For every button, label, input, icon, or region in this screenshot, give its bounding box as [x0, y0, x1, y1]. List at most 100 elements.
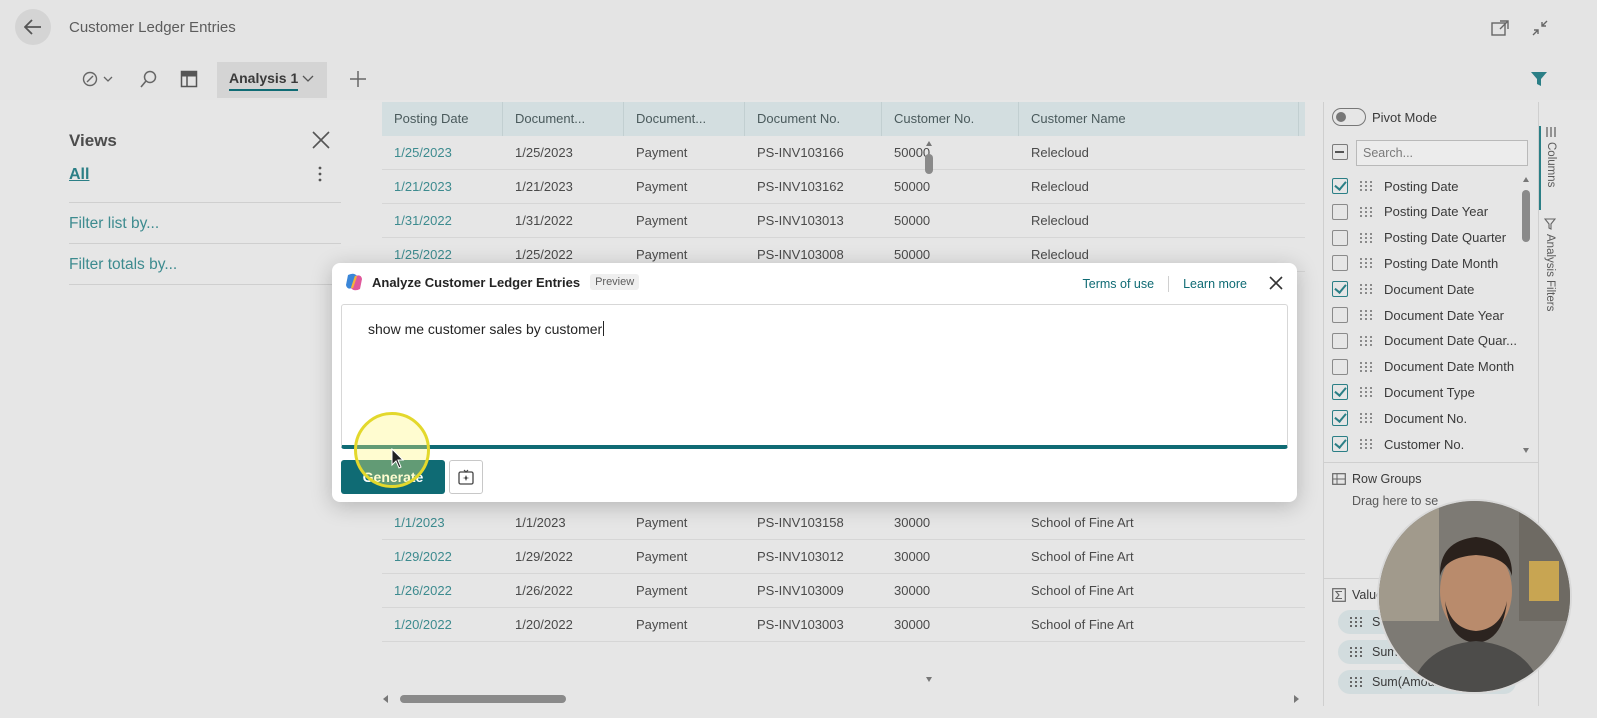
- table-cell: PS-INV103003: [757, 617, 844, 632]
- panel-scrollbar[interactable]: [1522, 176, 1530, 456]
- column-item[interactable]: Posting Date Quarter: [1332, 226, 1528, 250]
- table-row[interactable]: 1/31/2022 1/31/2022 Payment PS-INV103013 500…: [382, 204, 1305, 238]
- column-checkbox[interactable]: [1332, 203, 1348, 220]
- select-all-checkbox[interactable]: [1332, 144, 1348, 160]
- column-header[interactable]: Customer Name: [1019, 102, 1299, 136]
- column-item-label: Document Type: [1384, 384, 1475, 400]
- column-checkbox[interactable]: [1332, 332, 1348, 349]
- close-icon: [312, 131, 330, 149]
- column-item[interactable]: Document Date: [1332, 277, 1528, 301]
- filter-button[interactable]: [1530, 68, 1548, 90]
- column-header[interactable]: Document...: [624, 102, 745, 136]
- column-checkbox[interactable]: [1332, 384, 1348, 401]
- analyze-dialog: Analyze Customer Ledger Entries Preview …: [332, 263, 1297, 502]
- views-close-button[interactable]: [311, 130, 331, 150]
- column-checkbox[interactable]: [1332, 436, 1348, 452]
- table-cell: School of Fine Art: [1031, 549, 1134, 564]
- column-item-label: Document Date Quar...: [1384, 333, 1517, 349]
- table-cell: PS-INV103012: [757, 549, 844, 564]
- column-header[interactable]: D: [1299, 102, 1305, 136]
- drag-handle-icon: [1360, 310, 1372, 320]
- prompt-guide-button[interactable]: [449, 460, 483, 494]
- close-icon: [1269, 276, 1283, 290]
- tab-columns[interactable]: Columns: [1539, 126, 1561, 210]
- table-cell: 30000: [894, 515, 931, 530]
- column-item[interactable]: Document Type: [1332, 380, 1528, 404]
- tab-analysis-1[interactable]: Analysis 1: [217, 62, 327, 98]
- column-item-label: Document No.: [1384, 410, 1468, 426]
- column-item[interactable]: Document No.: [1332, 406, 1528, 430]
- column-item[interactable]: Posting Date Year: [1332, 200, 1528, 224]
- open-new-window-icon[interactable]: [1490, 18, 1510, 38]
- table-cell: Payment: [636, 515, 688, 530]
- table-cell: 1/21/2023: [515, 179, 573, 194]
- posting-date-link[interactable]: 1/26/2022: [382, 574, 503, 608]
- column-header[interactable]: Customer No.: [882, 102, 1019, 136]
- posting-date-link[interactable]: 1/31/2022: [382, 204, 503, 238]
- column-checkbox[interactable]: [1332, 255, 1348, 272]
- terms-of-use-link[interactable]: Terms of use: [1083, 277, 1155, 291]
- toolbar: Analysis 1: [0, 56, 1597, 100]
- presenter-image: [1379, 501, 1570, 692]
- posting-date-link[interactable]: 1/1/2023: [382, 506, 503, 540]
- table-row[interactable]: 1/26/2022 1/26/2022 Payment PS-INV103009 300…: [382, 574, 1305, 608]
- back-button[interactable]: [15, 9, 51, 45]
- column-header[interactable]: Document No.: [745, 102, 882, 136]
- posting-date-link[interactable]: 1/25/2023: [382, 136, 503, 170]
- generate-button[interactable]: Generate: [341, 460, 445, 494]
- table-cell: PS-INV103158: [757, 515, 844, 530]
- table-cell: 30000: [894, 617, 931, 632]
- column-item[interactable]: Posting Date Month: [1332, 251, 1528, 275]
- posting-date-link[interactable]: 1/29/2022: [382, 540, 503, 574]
- add-tab-button[interactable]: [349, 68, 367, 90]
- drag-handle-icon: [1360, 335, 1372, 346]
- column-item[interactable]: Customer No.: [1332, 432, 1528, 456]
- column-search-input[interactable]: [1356, 140, 1528, 166]
- table-cell: 50000: [894, 213, 931, 228]
- posting-date-link[interactable]: 1/21/2023: [382, 170, 503, 204]
- table-row[interactable]: 1/25/2023 1/25/2023 Payment PS-INV103166 500…: [382, 136, 1305, 170]
- layout-button[interactable]: [180, 68, 198, 90]
- drag-handle-icon: [1350, 647, 1362, 657]
- collapse-icon[interactable]: [1530, 18, 1550, 38]
- table-cell: 30000: [894, 583, 931, 598]
- table-row[interactable]: 1/29/2022 1/29/2022 Payment PS-INV103012 300…: [382, 540, 1305, 574]
- column-header[interactable]: Posting Date: [382, 102, 503, 136]
- column-checkbox[interactable]: [1332, 307, 1348, 323]
- pivot-mode-toggle[interactable]: Pivot Mode: [1332, 108, 1437, 126]
- copilot-menu-button[interactable]: [82, 68, 114, 90]
- table-row[interactable]: 1/20/2022 1/20/2022 Payment PS-INV103003 300…: [382, 608, 1305, 642]
- search-button[interactable]: [140, 68, 158, 90]
- filter-list-link[interactable]: Filter list by...: [69, 215, 159, 233]
- divider: [1168, 276, 1170, 292]
- column-item[interactable]: Document Date Month: [1332, 355, 1528, 379]
- plus-icon: [350, 71, 366, 87]
- column-checkbox[interactable]: [1332, 229, 1348, 246]
- table-row[interactable]: 1/1/2023 1/1/2023 Payment PS-INV103158 30000…: [382, 506, 1305, 540]
- column-checkbox[interactable]: [1332, 358, 1348, 375]
- sigma-icon: [1332, 588, 1346, 602]
- values-title: Value: [1332, 588, 1383, 602]
- prompt-input[interactable]: show me customer sales by customer: [341, 304, 1288, 449]
- column-checkbox[interactable]: [1332, 410, 1348, 427]
- column-checkbox[interactable]: [1332, 281, 1348, 298]
- column-header[interactable]: Document...: [503, 102, 624, 136]
- learn-more-link[interactable]: Learn more: [1183, 277, 1247, 291]
- table-cell: 1/26/2022: [515, 583, 573, 598]
- tab-analysis-filters[interactable]: Analysis Filters: [1539, 218, 1561, 326]
- row-groups-hint: Drag here to se: [1352, 494, 1439, 508]
- column-item[interactable]: Document Date Year: [1332, 303, 1528, 327]
- horizontal-scrollbar[interactable]: [382, 692, 1300, 706]
- toggle-switch[interactable]: [1332, 108, 1366, 126]
- dialog-close-button[interactable]: [1267, 274, 1285, 292]
- table-row[interactable]: 1/21/2023 1/21/2023 Payment PS-INV103162 500…: [382, 170, 1305, 204]
- column-item[interactable]: Posting Date: [1332, 174, 1528, 198]
- column-checkbox[interactable]: [1332, 178, 1348, 194]
- drag-handle-icon: [1360, 439, 1372, 449]
- divider: [69, 284, 341, 285]
- view-options-button[interactable]: [313, 164, 327, 184]
- filter-totals-link[interactable]: Filter totals by...: [69, 256, 177, 274]
- view-all[interactable]: All: [69, 166, 89, 184]
- posting-date-link[interactable]: 1/20/2022: [382, 608, 503, 642]
- column-item[interactable]: Document Date Quar...: [1332, 329, 1528, 353]
